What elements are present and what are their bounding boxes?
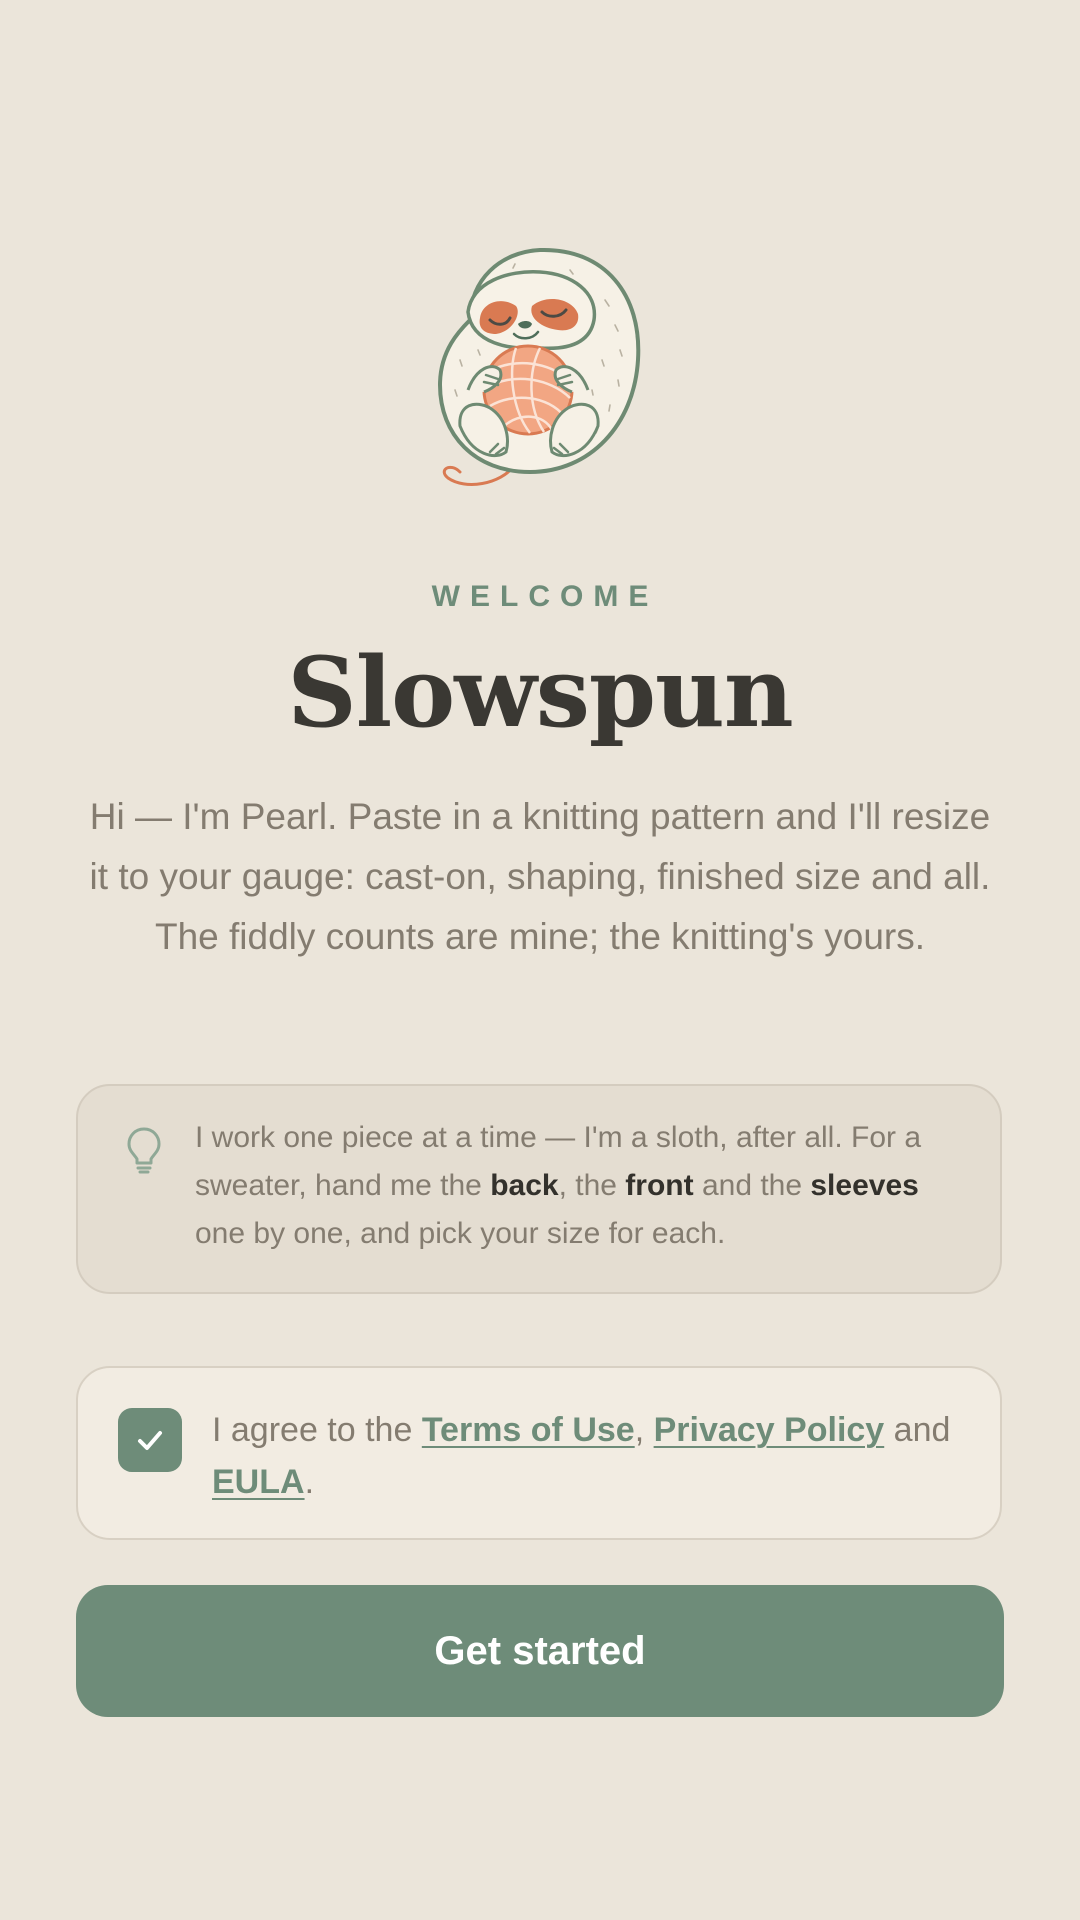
app-title: Slowspun <box>287 636 793 749</box>
agreement-prefix: I agree to the <box>212 1411 422 1449</box>
intro-paragraph: Hi — I'm Pearl. Paste in a knitting patt… <box>89 796 991 957</box>
tip-card: I work one piece at a time — I'm a sloth… <box>76 1084 1002 1294</box>
tip-text-part: and the <box>693 1169 811 1202</box>
agree-checkbox[interactable] <box>118 1408 182 1472</box>
agreement-text: I agree to the Terms of Use, Privacy Pol… <box>212 1404 972 1508</box>
agreement-conjunction: and <box>884 1411 951 1449</box>
tip-bold-front: front <box>625 1169 694 1202</box>
tip-text: I work one piece at a time — I'm a sloth… <box>195 1114 975 1258</box>
tip-bold-sleeves: sleeves <box>810 1169 919 1202</box>
eula-link[interactable]: EULA <box>212 1463 305 1501</box>
lightbulb-icon <box>127 1127 161 1174</box>
tip-text-part: , the <box>558 1169 626 1202</box>
welcome-eyebrow: WELCOME <box>431 580 659 613</box>
terms-of-use-link[interactable]: Terms of Use <box>422 1411 635 1449</box>
checkmark-icon <box>138 1431 162 1450</box>
tip-text-part: one by one, and pick your size for each. <box>195 1217 726 1250</box>
agreement-card: I agree to the Terms of Use, Privacy Pol… <box>76 1366 1002 1540</box>
sloth-holding-yarn-ball-icon <box>437 247 641 486</box>
get-started-button[interactable]: Get started <box>76 1585 1004 1717</box>
privacy-policy-link[interactable]: Privacy Policy <box>654 1411 885 1449</box>
agreement-suffix: . <box>304 1463 315 1501</box>
tip-bold-back: back <box>490 1169 559 1202</box>
agreement-separator: , <box>634 1411 654 1449</box>
welcome-screen: WELCOME Slowspun Hi — I'm Pearl. Paste i… <box>0 0 1080 1920</box>
